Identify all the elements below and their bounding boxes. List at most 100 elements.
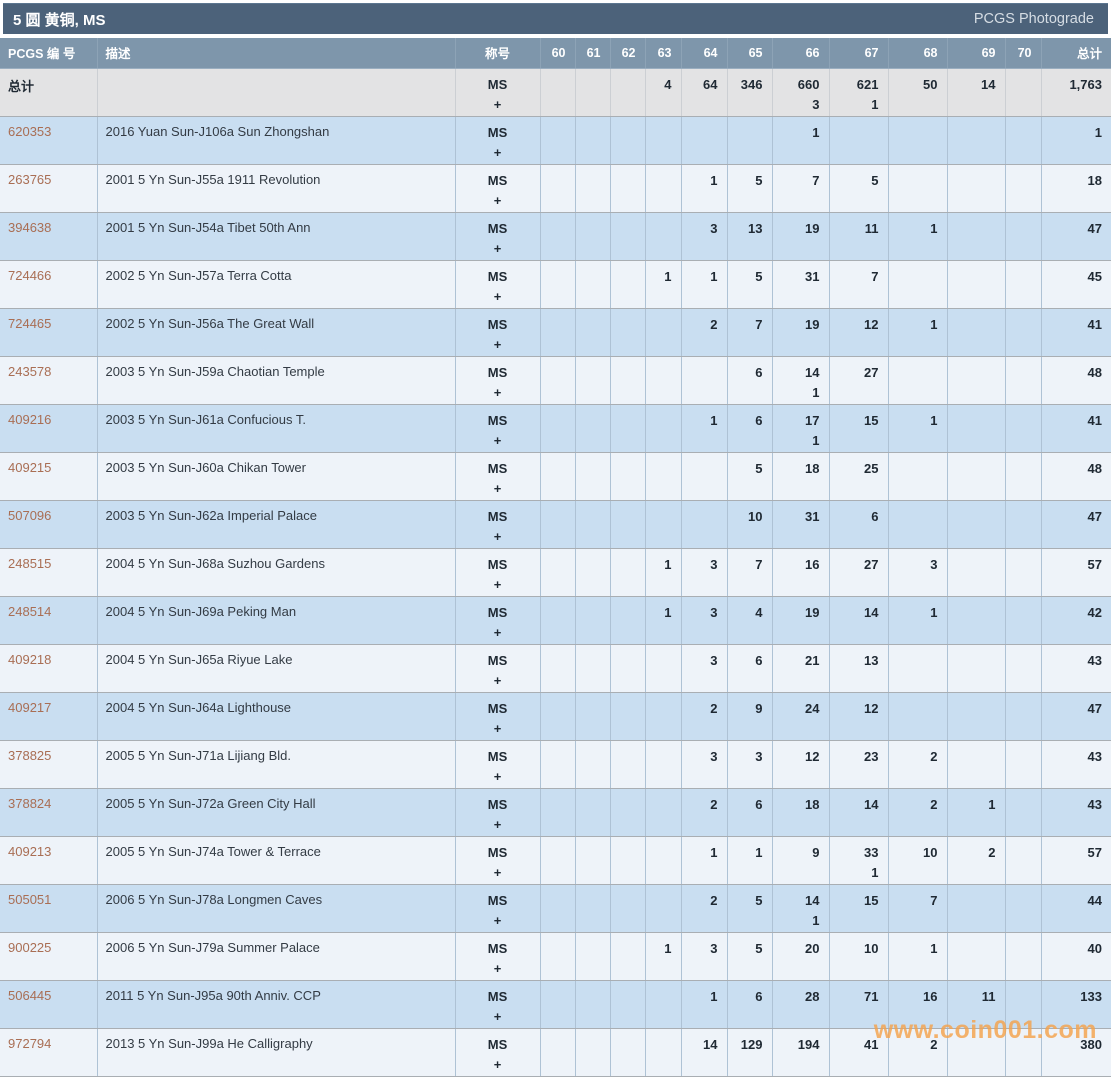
pcgs-number-link[interactable]: 506445 xyxy=(0,980,98,1029)
grade-value xyxy=(578,75,601,95)
description-cell: 2004 5 Yn Sun-J68a Suzhou Gardens xyxy=(97,548,456,597)
grade-value: 11 xyxy=(981,989,996,1004)
grade-cell-69 xyxy=(947,548,1006,597)
pcgs-number-link[interactable]: 243578 xyxy=(0,356,98,405)
grade-cell-60 xyxy=(540,692,576,741)
grade-value: 19 xyxy=(805,221,820,236)
grade-cell-64: 3 xyxy=(681,740,728,789)
designation-line1: MS xyxy=(487,317,508,332)
row-total-cell: 40 xyxy=(1041,932,1111,981)
grade-value xyxy=(1008,603,1032,623)
grade-cell-61 xyxy=(575,68,611,117)
grade-cell-61 xyxy=(575,308,611,357)
designation-line1: MS xyxy=(487,653,508,668)
photograde-link[interactable]: PCGS Photograde xyxy=(974,11,1094,27)
grade-cell-60 xyxy=(540,116,576,165)
grade-cell-67 xyxy=(829,116,889,165)
pcgs-number-link[interactable]: 409213 xyxy=(0,836,98,885)
grade-cell-68 xyxy=(888,116,948,165)
grade-value xyxy=(648,507,672,527)
grade-value xyxy=(648,843,672,863)
grade-value xyxy=(613,795,636,815)
grade-cell-69 xyxy=(947,356,1006,405)
grade-value: 1 xyxy=(812,125,820,140)
grade-value: 7 xyxy=(755,557,763,572)
grade-cell-68: 10 xyxy=(888,836,948,885)
grade-value: 194 xyxy=(797,1037,820,1052)
grade-cell-60 xyxy=(540,68,576,117)
pcgs-number-link[interactable]: 507096 xyxy=(0,500,98,549)
grade-value xyxy=(578,411,601,431)
grade-cell-69 xyxy=(947,212,1006,261)
pcgs-number-link[interactable]: 248514 xyxy=(0,596,98,645)
grade-value: 2 xyxy=(710,317,718,332)
pcgs-number-link[interactable]: 409217 xyxy=(0,692,98,741)
pcgs-number-link[interactable]: 505051 xyxy=(0,884,98,933)
totals-label: 总计 xyxy=(0,68,98,117)
grade-value: 1 xyxy=(755,845,763,860)
grade-cell-68 xyxy=(888,260,948,309)
designation-line1: MS xyxy=(487,1037,508,1052)
grade-cell-60 xyxy=(540,836,576,885)
grade-cell-62 xyxy=(610,884,646,933)
pcgs-number-link[interactable]: 724466 xyxy=(0,260,98,309)
grade-value xyxy=(1008,507,1032,527)
pcgs-number-link[interactable]: 409218 xyxy=(0,644,98,693)
grade-cell-69: 2 xyxy=(947,836,1006,885)
grade-value xyxy=(950,123,996,143)
grade-value: 16 xyxy=(805,557,820,572)
grade-value xyxy=(950,555,996,575)
grade-cell-64: 3 xyxy=(681,932,728,981)
grade-value: 28 xyxy=(805,989,820,1004)
grade-cell-69 xyxy=(947,932,1006,981)
grade-cell-62 xyxy=(610,788,646,837)
grade-cell-70 xyxy=(1005,836,1042,885)
grade-cell-69 xyxy=(947,1028,1006,1077)
grade-cell-65: 6 xyxy=(727,644,773,693)
grade-cell-61 xyxy=(575,980,611,1029)
row-total-cell: 48 xyxy=(1041,452,1111,501)
table-row: 900225 2006 5 Yn Sun-J79a Summer Palace MS… xyxy=(0,932,1111,981)
grade-value xyxy=(891,699,938,719)
grade-value xyxy=(578,699,601,719)
grade-cell-65: 5 xyxy=(727,884,773,933)
grade-cell-70 xyxy=(1005,308,1042,357)
pcgs-number-link[interactable]: 724465 xyxy=(0,308,98,357)
population-table: PCGS 编 号描述 称号 60 61 62 63 64 65 66 67 68 69 70 总计 总计 M… xyxy=(0,38,1111,1077)
grade-value: 50 xyxy=(923,77,938,92)
grade-cell-63: 1 xyxy=(645,596,682,645)
grade-value: 1 xyxy=(710,173,718,188)
grade-value: 1 xyxy=(664,941,672,956)
grade-cell-60 xyxy=(540,788,576,837)
pcgs-number-link[interactable]: 248515 xyxy=(0,548,98,597)
pcgs-number-link[interactable]: 378825 xyxy=(0,740,98,789)
row-total-cell: 43 xyxy=(1041,644,1111,693)
pcgs-number-link[interactable]: 620353 xyxy=(0,116,98,165)
pcgs-number-link[interactable]: 394638 xyxy=(0,212,98,261)
totals-desc-cell xyxy=(97,68,456,117)
designation-cell: MS + xyxy=(455,692,541,741)
grade-value xyxy=(1008,843,1032,863)
pcgs-number-link[interactable]: 378824 xyxy=(0,788,98,837)
grade-value: 5 xyxy=(755,941,763,956)
grade-value: 9 xyxy=(755,701,763,716)
grade-cell-62 xyxy=(610,68,646,117)
grade-value xyxy=(1008,315,1032,335)
grade-cell-63: 1 xyxy=(645,260,682,309)
table-row: 620353 2016 Yuan Sun-J106a Sun Zhongshan M… xyxy=(0,116,1111,165)
grade-cell-62 xyxy=(610,212,646,261)
grade-cell-65: 13 xyxy=(727,212,773,261)
grade-cell-63 xyxy=(645,788,682,837)
grade-value: 7 xyxy=(930,893,938,908)
table-row: 378825 2005 5 Yn Sun-J71a Lijiang Bld. MS +… xyxy=(0,740,1111,789)
row-total-cell: 57 xyxy=(1041,836,1111,885)
pcgs-number-link[interactable]: 972794 xyxy=(0,1028,98,1077)
grade-cell-70 xyxy=(1005,164,1042,213)
designation-line1: MS xyxy=(487,509,508,524)
pcgs-number-link[interactable]: 409215 xyxy=(0,452,98,501)
grade-cell-66: 24 xyxy=(772,692,830,741)
grade-cell-60 xyxy=(540,500,576,549)
pcgs-number-link[interactable]: 409216 xyxy=(0,404,98,453)
pcgs-number-link[interactable]: 263765 xyxy=(0,164,98,213)
pcgs-number-link[interactable]: 900225 xyxy=(0,932,98,981)
